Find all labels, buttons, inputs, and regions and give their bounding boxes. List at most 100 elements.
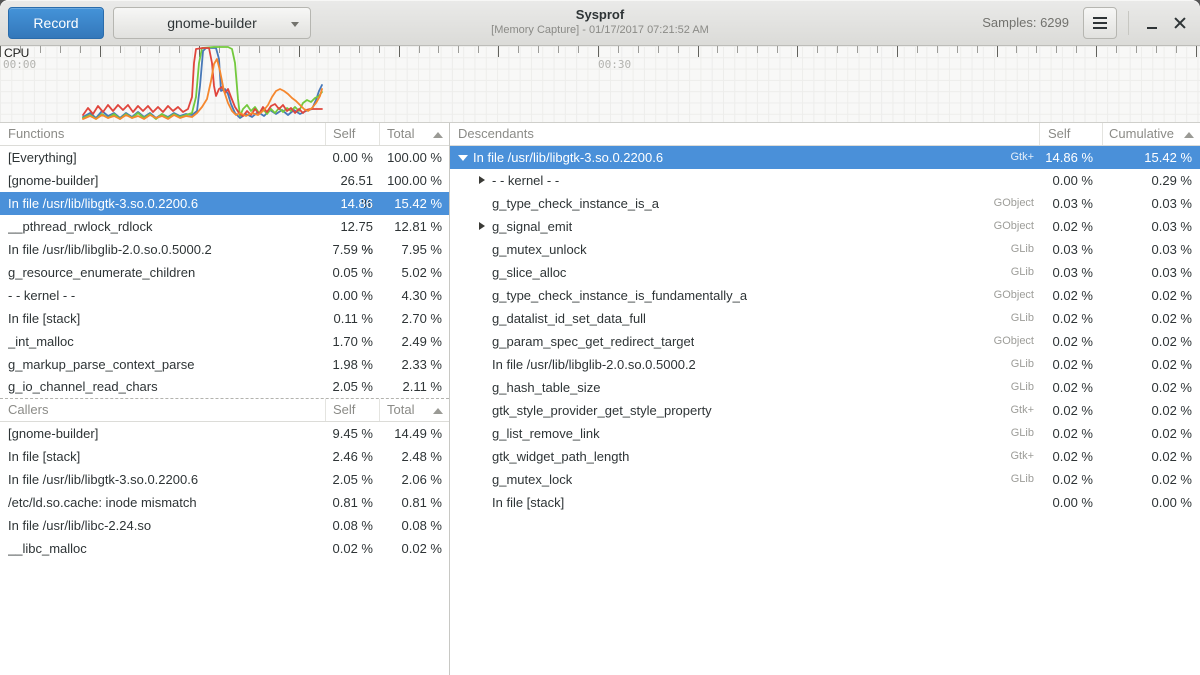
self-percent: 2.46 % — [326, 445, 380, 468]
column-header-self[interactable]: Self — [1040, 123, 1103, 145]
table-row[interactable]: In file [stack]0.11 %2.70 % — [0, 307, 449, 330]
table-row[interactable]: [gnome-builder]26.51 %100.00 % — [0, 169, 449, 192]
table-row[interactable]: g_signal_emitGObject0.02 %0.03 % — [450, 215, 1200, 238]
table-row[interactable]: In file /usr/lib/libgtk-3.so.0.2200.614.… — [0, 192, 449, 215]
table-row[interactable]: g_resource_enumerate_children0.05 %5.02 … — [0, 261, 449, 284]
table-row[interactable]: In file [stack]0.00 %0.00 % — [450, 491, 1200, 514]
function-name: g_hash_table_size — [492, 376, 600, 399]
table-row[interactable]: gtk_widget_path_lengthGtk+0.02 %0.02 % — [450, 445, 1200, 468]
expander-open-icon[interactable] — [458, 153, 468, 163]
function-name: gtk_style_provider_get_style_property — [492, 399, 712, 422]
table-row[interactable]: __pthread_rwlock_rdlock12.75 %12.81 % — [0, 215, 449, 238]
cumulative-percent: 0.02 % — [1103, 307, 1200, 330]
table-row[interactable]: /etc/ld.so.cache: inode mismatch0.81 %0.… — [0, 491, 449, 514]
self-percent: 0.03 % — [1040, 238, 1103, 261]
table-row[interactable]: g_io_channel_read_chars2.05 %2.11 % — [0, 376, 449, 399]
column-header-descendants[interactable]: Descendants — [450, 123, 1040, 145]
function-name-cell: g_mutex_lockGLib — [450, 468, 1040, 491]
process-selector-label: gnome-builder — [167, 15, 257, 31]
menu-icon — [1093, 17, 1107, 29]
minimize-button[interactable] — [1138, 9, 1166, 37]
function-name: In file /usr/lib/libgtk-3.so.0.2200.6 — [8, 468, 198, 491]
total-percent: 0.08 % — [380, 514, 449, 537]
menu-button[interactable] — [1083, 7, 1117, 39]
function-name-cell: g_mutex_unlockGLib — [450, 238, 1040, 261]
table-row[interactable]: - - kernel - -0.00 %4.30 % — [0, 284, 449, 307]
total-percent: 2.06 % — [380, 468, 449, 491]
sysprof-window: Record gnome-builder Sysprof [Memory Cap… — [0, 0, 1200, 675]
close-button[interactable] — [1166, 9, 1194, 37]
table-row[interactable]: __libc_malloc0.02 %0.02 % — [0, 537, 449, 560]
column-header-cumulative[interactable]: Cumulative — [1103, 123, 1200, 145]
table-row[interactable]: g_param_spec_get_redirect_targetGObject 0… — [450, 330, 1200, 353]
column-header-callers[interactable]: Callers — [0, 399, 326, 421]
function-name: /etc/ld.so.cache: inode mismatch — [8, 491, 197, 514]
column-header-total[interactable]: Total — [380, 399, 449, 421]
self-percent: 0.02 % — [1040, 376, 1103, 399]
table-row[interactable]: - - kernel - -0.00 %0.29 % — [450, 169, 1200, 192]
table-row[interactable]: g_markup_parse_context_parse1.98 %2.33 % — [0, 353, 449, 376]
table-row[interactable]: In file /usr/lib/libgtk-3.so.0.2200.6 2.0… — [0, 468, 449, 491]
self-percent: 0.02 % — [1040, 468, 1103, 491]
expander-spacer — [477, 245, 487, 255]
table-row[interactable]: In file [stack]2.46 %2.48 % — [0, 445, 449, 468]
total-percent: 5.02 % — [380, 261, 449, 284]
function-name: g_slice_alloc — [492, 261, 566, 284]
function-name-cell: [gnome-builder] — [0, 169, 326, 192]
self-percent: 2.05 % — [326, 468, 380, 491]
table-row[interactable]: g_datalist_id_set_data_fullGLib0.02 %0.0… — [450, 307, 1200, 330]
cumulative-percent: 0.03 % — [1103, 215, 1200, 238]
cpu-usage-graph[interactable]: CPU 00:00 00:30 — [0, 46, 1200, 123]
process-selector-dropdown[interactable]: gnome-builder — [113, 7, 311, 39]
library-badge: GLib — [1011, 307, 1040, 330]
function-name: g_mutex_lock — [492, 468, 572, 491]
column-header-self[interactable]: Self — [326, 123, 380, 145]
table-row[interactable]: g_type_check_instance_is_aGObject0.03 %0… — [450, 192, 1200, 215]
expander-closed-icon[interactable] — [477, 222, 487, 232]
function-name-cell: In file /usr/lib/libgtk-3.so.0.2200.6 — [0, 192, 326, 215]
cumulative-percent: 0.02 % — [1103, 422, 1200, 445]
table-row[interactable]: g_slice_allocGLib0.03 %0.03 % — [450, 261, 1200, 284]
total-percent: 7.95 % — [380, 238, 449, 261]
function-name: In file [stack] — [8, 445, 80, 468]
function-name: __pthread_rwlock_rdlock — [8, 215, 153, 238]
column-header-self[interactable]: Self — [326, 399, 380, 421]
total-percent: 100.00 % — [380, 146, 449, 169]
function-name-cell: g_param_spec_get_redirect_targetGObject — [450, 330, 1040, 353]
function-name: In file /usr/lib/libgtk-3.so.0.2200.6 — [473, 146, 663, 169]
table-row[interactable]: g_mutex_unlockGLib0.03 %0.03 % — [450, 238, 1200, 261]
callers-table-header: Callers Self Total — [0, 399, 449, 422]
function-name-cell: In file /usr/lib/libglib-2.0.so.0.5000.2… — [450, 353, 1040, 376]
cumulative-percent: 0.02 % — [1103, 330, 1200, 353]
total-percent: 2.70 % — [380, 307, 449, 330]
total-percent: 14.49 % — [380, 422, 449, 445]
table-row[interactable]: In file /usr/lib/libglib-2.0.so.0.5000.2… — [450, 353, 1200, 376]
table-row[interactable]: [Everything]0.00 %100.00 % — [0, 146, 449, 169]
expander-spacer — [477, 383, 487, 393]
table-row[interactable]: In file /usr/lib/libglib-2.0.so.0.5000.2… — [0, 238, 449, 261]
table-row[interactable]: g_mutex_lockGLib0.02 %0.02 % — [450, 468, 1200, 491]
self-percent: 0.03 % — [1040, 192, 1103, 215]
table-row[interactable]: g_list_remove_linkGLib0.02 %0.02 % — [450, 422, 1200, 445]
record-button[interactable]: Record — [8, 7, 104, 39]
function-name-cell: [Everything] — [0, 146, 326, 169]
function-name: - - kernel - - — [8, 284, 75, 307]
column-header-total[interactable]: Total — [380, 123, 449, 145]
function-name: g_param_spec_get_redirect_target — [492, 330, 694, 353]
table-row[interactable]: g_type_check_instance_is_fundamentally_a… — [450, 284, 1200, 307]
table-row[interactable]: gtk_style_provider_get_style_propertyGtk… — [450, 399, 1200, 422]
table-row[interactable]: In file /usr/lib/libc-2.24.so0.08 %0.08 … — [0, 514, 449, 537]
expander-spacer — [477, 199, 487, 209]
column-header-functions[interactable]: Functions — [0, 123, 326, 145]
table-row[interactable]: _int_malloc1.70 %2.49 % — [0, 330, 449, 353]
expander-spacer — [477, 314, 487, 324]
table-row[interactable]: g_hash_table_sizeGLib0.02 %0.02 % — [450, 376, 1200, 399]
self-percent: 0.81 % — [326, 491, 380, 514]
function-name-cell: In file /usr/lib/libglib-2.0.so.0.5000.2 — [0, 238, 326, 261]
function-name-cell: g_type_check_instance_is_fundamentally_a… — [450, 284, 1040, 307]
table-row[interactable]: [gnome-builder]9.45 %14.49 % — [0, 422, 449, 445]
function-name: g_datalist_id_set_data_full — [492, 307, 646, 330]
table-row[interactable]: In file /usr/lib/libgtk-3.so.0.2200.6Gtk… — [450, 146, 1200, 169]
total-percent: 2.11 % — [380, 376, 449, 398]
expander-closed-icon[interactable] — [477, 176, 487, 186]
